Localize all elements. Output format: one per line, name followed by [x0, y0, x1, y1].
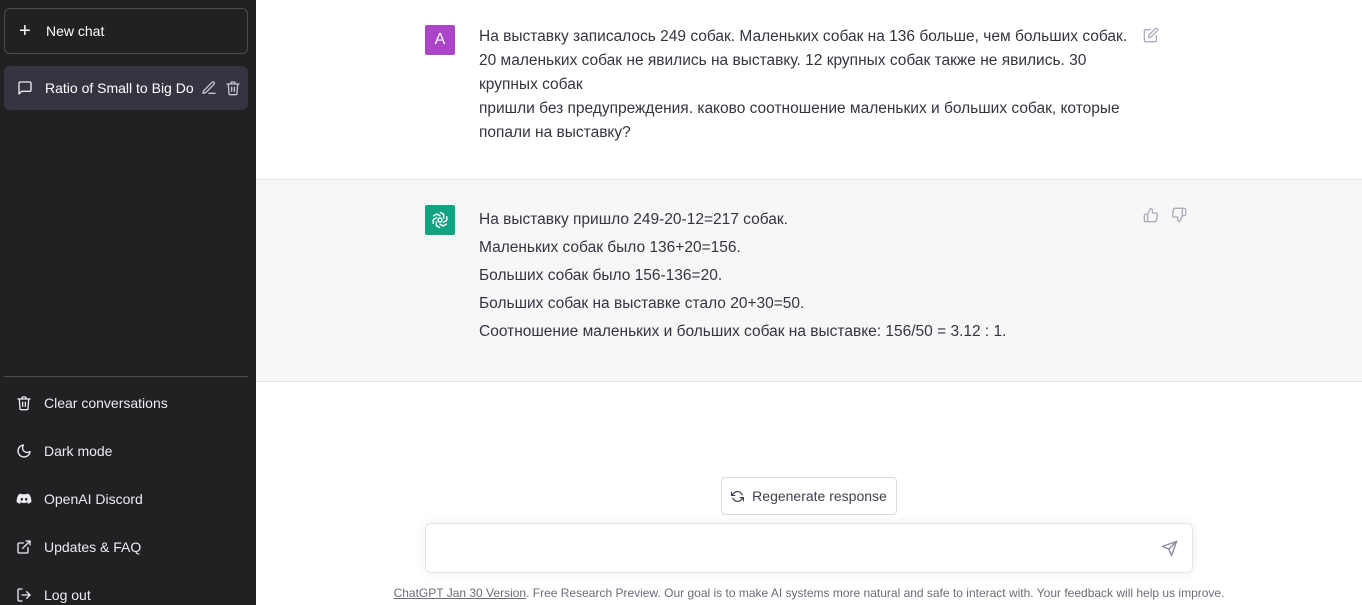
updates-faq-label: Updates & FAQ: [44, 539, 142, 555]
moon-icon: [16, 443, 32, 459]
new-chat-label: New chat: [46, 23, 105, 39]
openai-logo-icon: [425, 205, 455, 235]
discord-icon: [16, 491, 32, 507]
chat-main: A На выставку записалось 249 собак. Мале…: [256, 0, 1362, 605]
log-out-button[interactable]: Log out: [4, 573, 248, 605]
trash-icon[interactable]: [225, 80, 241, 96]
user-message-line: На выставку записалось 249 собак. Малень…: [479, 28, 1128, 93]
user-message: A На выставку записалось 249 собак. Мале…: [256, 0, 1362, 180]
version-link[interactable]: ChatGPT Jan 30 Version: [394, 586, 527, 600]
thumbs-down-icon[interactable]: [1171, 207, 1187, 223]
sidebar: + New chat Ratio of Small to Big Do Clea…: [0, 0, 256, 605]
assistant-message-text: На выставку пришло 249-20-12=217 собак. …: [479, 206, 1139, 346]
user-message-text: На выставку записалось 249 собак. Малень…: [479, 25, 1139, 145]
log-out-label: Log out: [44, 587, 91, 603]
trash-icon: [16, 395, 32, 411]
regenerate-response-label: Regenerate response: [752, 488, 887, 504]
dark-mode-button[interactable]: Dark mode: [4, 429, 248, 473]
updates-faq-link[interactable]: Updates & FAQ: [4, 525, 248, 569]
send-icon[interactable]: [1161, 540, 1178, 557]
footer-text: . Free Research Preview. Our goal is to …: [526, 586, 1225, 600]
plus-icon: +: [19, 20, 31, 42]
external-link-icon: [16, 539, 32, 555]
openai-discord-link[interactable]: OpenAI Discord: [4, 477, 248, 521]
assistant-message-line: На выставку пришло 249-20-12=217 собак.: [479, 211, 788, 228]
clear-conversations-button[interactable]: Clear conversations: [4, 381, 248, 425]
pencil-icon[interactable]: [201, 80, 217, 96]
message-input[interactable]: [440, 536, 1140, 562]
conversation-item[interactable]: Ratio of Small to Big Do: [4, 66, 248, 110]
assistant-message: На выставку пришло 249-20-12=217 собак. …: [256, 180, 1362, 382]
dark-mode-label: Dark mode: [44, 443, 113, 459]
regenerate-response-button[interactable]: Regenerate response: [721, 477, 897, 515]
new-chat-button[interactable]: + New chat: [4, 8, 248, 54]
user-message-line: пришли без предупреждения. каково соотно…: [479, 100, 1120, 141]
chat-bubble-icon: [17, 80, 33, 96]
openai-discord-label: OpenAI Discord: [44, 491, 143, 507]
thumbs-up-icon[interactable]: [1143, 207, 1159, 223]
assistant-message-line: Маленьких собак было 136+20=156.: [479, 239, 741, 256]
assistant-message-line: Больших собак на выставке стало 20+30=50…: [479, 295, 805, 312]
feedback-buttons: [1143, 207, 1187, 223]
user-avatar: A: [425, 25, 455, 55]
assistant-message-line: Больших собак было 156-136=20.: [479, 267, 723, 284]
logout-icon: [16, 587, 32, 603]
edit-message-icon[interactable]: [1143, 27, 1159, 43]
assistant-message-line: Соотношение маленьких и больших собак на…: [479, 323, 1007, 340]
clear-conversations-label: Clear conversations: [44, 395, 168, 411]
refresh-icon: [731, 490, 745, 503]
sidebar-divider: [4, 376, 248, 377]
conversation-title: Ratio of Small to Big Do: [45, 80, 194, 96]
message-composer: [425, 523, 1193, 573]
footer-disclaimer: ChatGPT Jan 30 Version. Free Research Pr…: [256, 586, 1362, 600]
